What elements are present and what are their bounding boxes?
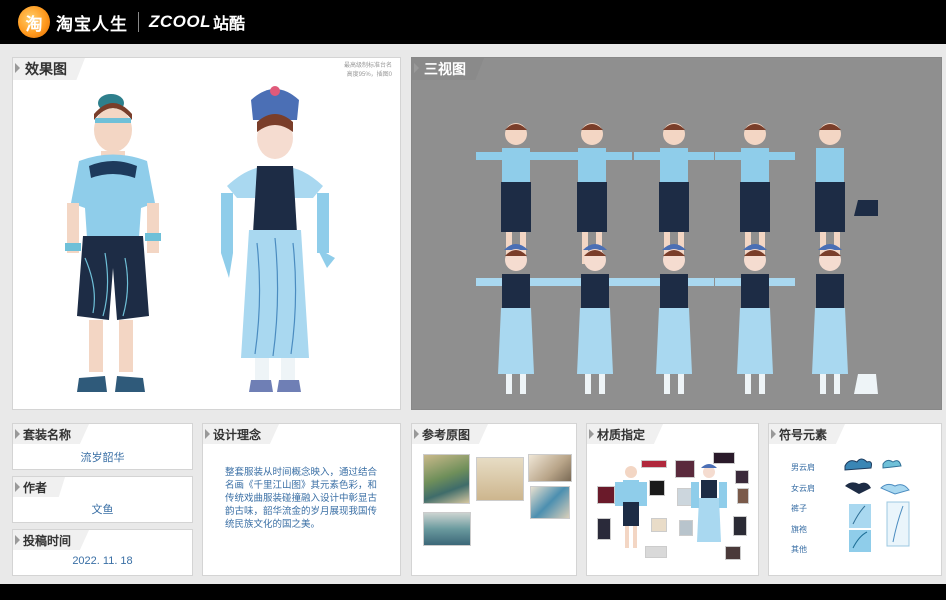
submit-time-panel: 投稿时间 2022. 11. 18 (12, 529, 193, 576)
materials-panel: 材质指定 (586, 423, 759, 576)
brand-taobao: 淘宝人生 (56, 14, 128, 34)
male-view-figure (715, 123, 795, 264)
design-concept-title: 设计理念 (203, 424, 280, 444)
author-panel: 作者 文鱼 (12, 476, 193, 523)
material-characters (615, 464, 727, 548)
male-character-figure (65, 94, 161, 392)
female-view-figure (476, 244, 556, 394)
reference-image-sketch (476, 457, 524, 501)
top-bar: 淘 淘宝人生 ZCOOL 站酷 (0, 0, 946, 44)
brand-zcool: ZCOOL (149, 12, 211, 31)
suit-name-value: 流岁韶华 (80, 452, 125, 464)
female-view-figure (812, 244, 848, 394)
three-view-panel: 三视图 (411, 57, 942, 410)
three-view-illustration (476, 123, 878, 394)
cloud-pattern-icon (844, 458, 902, 471)
bottom-bar (0, 584, 946, 600)
reference-image-peacock (530, 486, 570, 519)
brand-divider (138, 12, 139, 32)
suit-name-panel: 套装名称 流岁韶华 (12, 423, 193, 470)
symbol-icons (844, 458, 910, 552)
female-character-figure (221, 86, 335, 392)
side-view-leg (854, 374, 878, 394)
reference-title: 参考原图 (412, 424, 489, 444)
male-view-figure (634, 123, 714, 264)
cloud-collar-icon (845, 482, 910, 495)
reference-image-birds (528, 454, 572, 482)
design-concept-panel: 设计理念 整套服装从时间概念映入，通过结合名画《千里江山图》其元素色彩，和传统戏… (202, 423, 401, 576)
female-view-figure (715, 244, 795, 394)
reference-image-landscape (423, 454, 470, 504)
author-value: 文鱼 (91, 504, 114, 516)
reference-image-mountains (423, 512, 471, 546)
symbols-panel: 符号元素 男云肩 女云肩 裤子 旗袍 其他 (768, 423, 942, 576)
submit-time-value: 2022. 11. 18 (72, 555, 133, 567)
male-view-figure (476, 123, 556, 264)
submit-time-label: 投稿时间 (13, 530, 90, 550)
other-pattern-icon (849, 530, 871, 552)
male-view-figure (552, 123, 632, 264)
brand-zcool-cn: 站酷 (213, 16, 246, 33)
design-concept-text: 整套服装从时间概念映入，通过结合名画《千里江山图》其元素色彩，和传统戏曲服装碰撞… (225, 467, 378, 530)
female-view-figure (555, 244, 635, 394)
render-panel: 效果图 最高级制标准台名 高度95%，插图0 (12, 57, 401, 410)
character-render-illustration (65, 86, 335, 392)
taobao-life-logo-icon: 淘 (18, 6, 50, 38)
author-label: 作者 (13, 477, 66, 497)
suit-name-label: 套装名称 (13, 424, 90, 444)
side-view-leg (854, 200, 878, 216)
male-view-figure (815, 123, 845, 264)
female-view-figure (634, 244, 714, 394)
reference-panel: 参考原图 (411, 423, 577, 576)
